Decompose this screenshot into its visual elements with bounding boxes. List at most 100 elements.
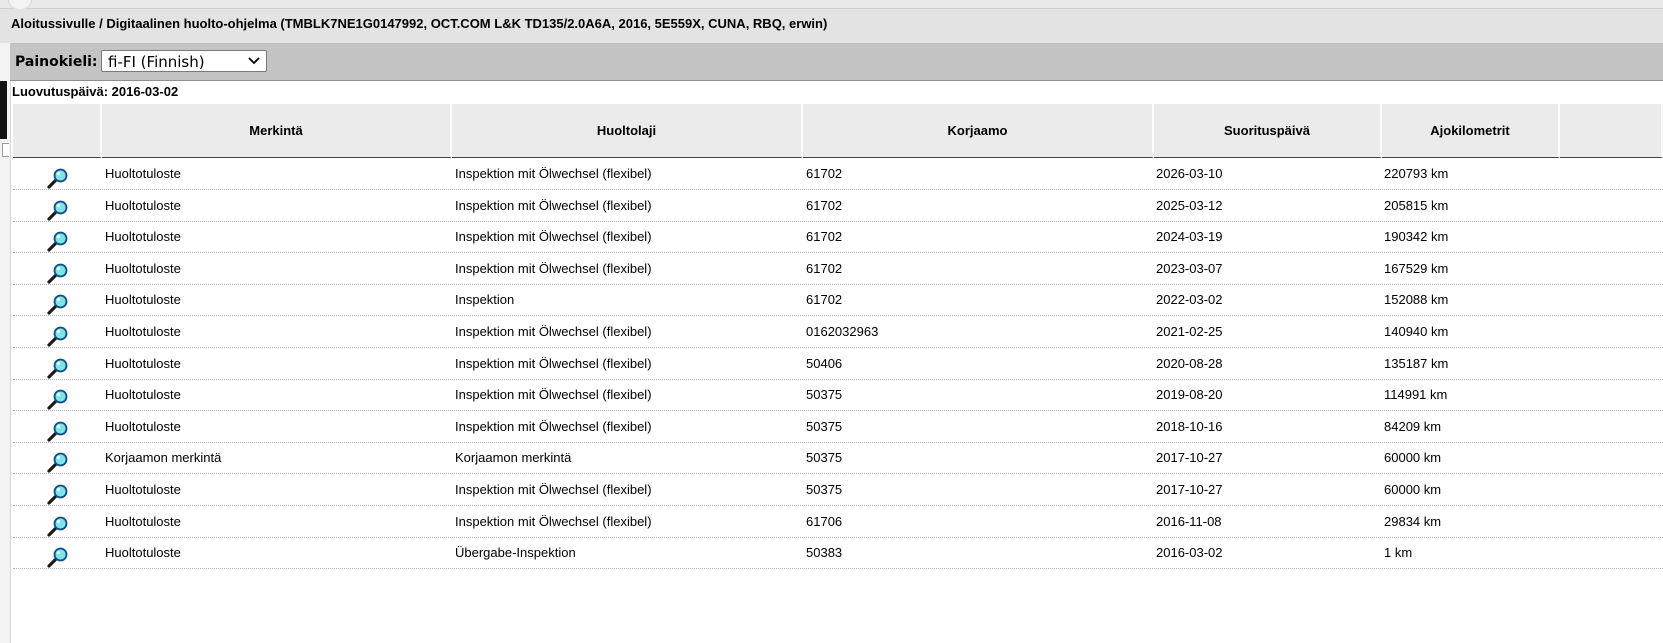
cell-workshop: 50383 bbox=[806, 545, 843, 561]
cell-mileage: 60000 km bbox=[1384, 450, 1442, 466]
column-header-action bbox=[13, 104, 102, 158]
magnifier-icon[interactable] bbox=[47, 388, 69, 410]
cell-entry: Huoltotuloste bbox=[105, 513, 181, 529]
cell-mileage: 29834 km bbox=[1384, 513, 1442, 529]
cell-date: 2025-03-12 bbox=[1156, 197, 1223, 213]
cell-workshop: 0162032963 bbox=[806, 324, 879, 339]
cell-date: 2020-08-28 bbox=[1156, 355, 1223, 371]
cell-mileage: 167529 km bbox=[1384, 260, 1449, 276]
table-row: Huoltotuloste Inspektion mit Ölwechsel (f… bbox=[13, 348, 1663, 380]
column-header-date[interactable]: Suorituspäivä bbox=[1154, 104, 1382, 158]
magnifier-icon[interactable] bbox=[47, 293, 69, 315]
cell-date: 2018-10-16 bbox=[1156, 418, 1223, 434]
cell-date: 2017-10-27 bbox=[1156, 450, 1223, 466]
cell-service-type: Inspektion mit Ölwechsel (flexibel) bbox=[455, 355, 652, 371]
cell-service-type: Inspektion mit Ölwechsel (flexibel) bbox=[455, 324, 652, 339]
cell-workshop: 61702 bbox=[806, 166, 843, 181]
cell-entry: Huoltotuloste bbox=[105, 229, 181, 245]
table-row: Korjaamon merkintä Korjaamon merkintä 5037… bbox=[13, 442, 1663, 475]
cell-entry: Huoltotuloste bbox=[105, 260, 181, 276]
window-top-strip bbox=[0, 0, 1663, 10]
rail-marker bbox=[0, 81, 7, 139]
cell-workshop: 50375 bbox=[806, 482, 843, 497]
cell-mileage: 152088 km bbox=[1384, 292, 1449, 308]
cell-service-type: Inspektion mit Ölwechsel (flexibel) bbox=[455, 418, 652, 434]
cell-mileage: 140940 km bbox=[1384, 324, 1449, 339]
table-row: Huoltotuloste Inspektion mit Ölwechsel (f… bbox=[13, 253, 1663, 285]
cell-entry: Huoltotuloste bbox=[105, 292, 181, 308]
cell-entry: Huoltotuloste bbox=[105, 418, 181, 434]
table-row: Huoltotuloste Inspektion mit Ölwechsel (f… bbox=[13, 379, 1663, 412]
cell-entry: Huoltotuloste bbox=[105, 545, 181, 561]
cell-date: 2016-03-02 bbox=[1156, 545, 1223, 561]
language-bar: Painokieli: fi-FI (Finnish) bbox=[10, 44, 1663, 81]
cell-workshop: 50375 bbox=[806, 387, 843, 403]
rail-tab[interactable] bbox=[2, 143, 9, 157]
column-header-extra bbox=[1560, 104, 1663, 158]
cell-entry: Huoltotuloste bbox=[105, 387, 181, 403]
magnifier-icon[interactable] bbox=[47, 546, 69, 568]
cell-entry: Huoltotuloste bbox=[105, 197, 181, 213]
magnifier-icon[interactable] bbox=[47, 262, 69, 284]
cell-entry: Korjaamon merkintä bbox=[105, 450, 222, 466]
cell-mileage: 84209 km bbox=[1384, 418, 1442, 434]
cell-workshop: 61702 bbox=[806, 260, 843, 276]
magnifier-icon[interactable] bbox=[47, 483, 69, 505]
table-row: Huoltotuloste Inspektion mit Ölwechsel (f… bbox=[13, 221, 1663, 254]
table-row: Huoltotuloste Inspektion mit Ölwechsel (f… bbox=[13, 411, 1663, 443]
cell-entry: Huoltotuloste bbox=[105, 355, 181, 371]
magnifier-icon[interactable] bbox=[47, 451, 69, 473]
cell-mileage: 1 km bbox=[1384, 545, 1413, 561]
cell-date: 2024-03-19 bbox=[1156, 229, 1223, 245]
cell-date: 2022-03-02 bbox=[1156, 292, 1223, 308]
column-header-service-type[interactable]: Huoltolaji bbox=[452, 104, 803, 158]
cell-workshop: 61706 bbox=[806, 513, 843, 529]
cell-date: 2016-11-08 bbox=[1156, 513, 1222, 529]
cell-service-type: Inspektion mit Ölwechsel (flexibel) bbox=[455, 197, 652, 213]
cell-date: 2026-03-10 bbox=[1156, 166, 1223, 181]
chevron-down-icon bbox=[248, 57, 260, 65]
cell-service-type: Inspektion mit Ölwechsel (flexibel) bbox=[455, 482, 652, 497]
table-row: Huoltotuloste Inspektion 61702 2022-03-02 15… bbox=[13, 284, 1663, 317]
cell-service-type: Inspektion mit Ölwechsel (flexibel) bbox=[455, 387, 652, 403]
cell-mileage: 205815 km bbox=[1384, 197, 1449, 213]
cell-service-type: Inspektion mit Ölwechsel (flexibel) bbox=[455, 166, 652, 181]
table-row: Huoltotuloste Inspektion mit Ölwechsel (f… bbox=[13, 474, 1663, 506]
magnifier-icon[interactable] bbox=[47, 167, 69, 189]
cell-entry: Huoltotuloste bbox=[105, 482, 181, 497]
table-row: Huoltotuloste Übergabe-Inspektion 50383 201… bbox=[13, 537, 1663, 570]
cell-service-type: Inspektion mit Ölwechsel (flexibel) bbox=[455, 260, 652, 276]
cell-workshop: 61702 bbox=[806, 292, 843, 308]
language-select[interactable]: fi-FI (Finnish) bbox=[101, 50, 267, 72]
magnifier-icon[interactable] bbox=[47, 357, 69, 379]
cell-date: 2023-03-07 bbox=[1156, 260, 1223, 276]
table-row: Huoltotuloste Inspektion mit Ölwechsel (f… bbox=[13, 506, 1663, 538]
cell-entry: Huoltotuloste bbox=[105, 166, 181, 181]
cell-service-type: Inspektion mit Ölwechsel (flexibel) bbox=[455, 513, 652, 529]
delivery-date: Luovutuspäivä: 2016-03-02 bbox=[12, 84, 179, 99]
cell-date: 2017-10-27 bbox=[1156, 482, 1223, 497]
magnifier-icon[interactable] bbox=[47, 230, 69, 252]
magnifier-icon[interactable] bbox=[47, 515, 69, 537]
magnifier-icon[interactable] bbox=[47, 325, 69, 347]
left-rail bbox=[0, 43, 11, 643]
cell-workshop: 50406 bbox=[806, 355, 843, 371]
page-title: Aloitussivulle / Digitaalinen huolto-ohj… bbox=[11, 16, 828, 31]
cell-workshop: 50375 bbox=[806, 418, 843, 434]
magnifier-icon[interactable] bbox=[47, 199, 69, 221]
column-header-mileage[interactable]: Ajokilometrit bbox=[1382, 104, 1560, 158]
cell-workshop: 61702 bbox=[806, 197, 843, 213]
table-row: Huoltotuloste Inspektion mit Ölwechsel (f… bbox=[13, 158, 1663, 190]
cell-date: 2021-02-25 bbox=[1156, 324, 1223, 339]
cell-mileage: 190342 km bbox=[1384, 229, 1449, 245]
cell-mileage: 114991 km bbox=[1384, 387, 1448, 403]
cell-service-type: Übergabe-Inspektion bbox=[455, 545, 576, 561]
title-bar: Aloitussivulle / Digitaalinen huolto-ohj… bbox=[0, 9, 1663, 44]
magnifier-icon[interactable] bbox=[47, 420, 69, 442]
language-select-value: fi-FI (Finnish) bbox=[108, 53, 205, 71]
cell-date: 2019-08-20 bbox=[1156, 387, 1223, 403]
column-header-entry[interactable]: Merkintä bbox=[102, 104, 452, 158]
table-row: Huoltotuloste Inspektion mit Ölwechsel (f… bbox=[13, 190, 1663, 222]
cell-service-type: Inspektion bbox=[455, 292, 515, 308]
column-header-workshop[interactable]: Korjaamo bbox=[803, 104, 1154, 158]
